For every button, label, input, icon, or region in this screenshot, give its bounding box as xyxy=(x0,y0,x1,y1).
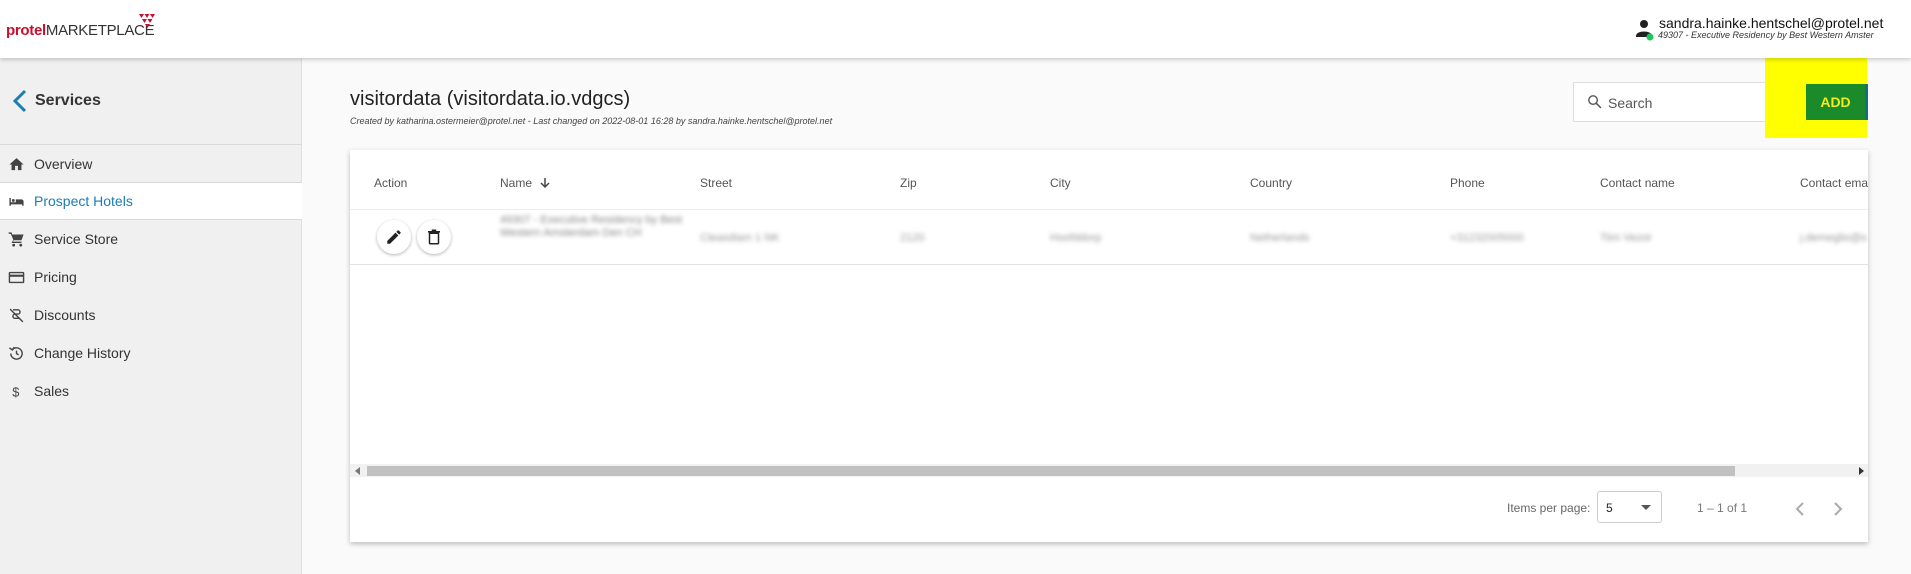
user-organization: 49307 - Executive Residency by Best West… xyxy=(1658,30,1874,40)
sidebar-item-label: Sales xyxy=(34,383,70,399)
trash-icon xyxy=(428,229,440,245)
sidebar-item-label: Overview xyxy=(34,156,93,172)
cell-city: Hoofddorp xyxy=(1050,232,1102,244)
user-email: sandra.hainke.hentschel@protel.net xyxy=(1659,15,1884,31)
table-row[interactable]: 49307 - Executive Residency by Best West… xyxy=(350,210,1868,265)
previous-page-icon[interactable] xyxy=(1785,494,1815,524)
sidebar-item-label: Discounts xyxy=(34,307,96,323)
cart-icon xyxy=(8,231,24,247)
add-button[interactable]: ADD xyxy=(1806,84,1868,120)
search-box xyxy=(1573,82,1795,122)
bed-icon xyxy=(9,197,24,206)
column-header-name-label: Name xyxy=(500,176,533,190)
dollar-icon: $ xyxy=(12,384,19,399)
pencil-icon xyxy=(387,230,401,244)
items-per-page-label: Items per page: xyxy=(1507,501,1591,515)
edit-button[interactable] xyxy=(377,220,411,254)
next-page-icon[interactable] xyxy=(1823,494,1853,524)
cell-country: Netherlands xyxy=(1250,232,1310,244)
sidebar-item-label: Prospect Hotels xyxy=(34,193,133,209)
caret-down-icon xyxy=(1641,505,1651,510)
cell-contact-email: j.demeglio@s xyxy=(1800,232,1867,244)
table-header: Action Name Street Zip City Country Phon… xyxy=(350,150,1868,210)
user-menu[interactable]: sandra.hainke.hentschel@protel.net 49307… xyxy=(1636,14,1911,46)
sidebar-item-label: Change History xyxy=(34,345,131,361)
cell-name: 49307 - Executive Residency by Best West… xyxy=(500,214,700,240)
brand-name-part1: protel xyxy=(6,22,46,39)
sidebar: Services Overview Prospect Hotels Servic… xyxy=(0,58,302,574)
logo-mark-icon xyxy=(139,14,155,28)
cell-zip: 2120 xyxy=(900,232,925,244)
column-header-phone[interactable]: Phone xyxy=(1450,176,1485,190)
user-icon xyxy=(1636,20,1654,41)
horizontal-scrollbar[interactable] xyxy=(350,464,1868,477)
paginator: Items per page: 5 1 – 1 of 1 xyxy=(350,477,1868,542)
column-header-street[interactable]: Street xyxy=(700,176,732,190)
sidebar-item-overview[interactable]: Overview xyxy=(0,145,302,183)
sort-arrow-down-icon xyxy=(540,178,550,189)
brand-logo[interactable]: protelMARKETPLACE xyxy=(6,22,155,39)
home-icon xyxy=(9,157,24,170)
column-header-city[interactable]: City xyxy=(1050,176,1071,190)
sidebar-title: Services xyxy=(35,92,101,109)
cell-phone: +31232005000 xyxy=(1450,232,1524,244)
cell-name-text: 49307 - Executive Residency by Best West… xyxy=(500,214,683,239)
svg-text:$: $ xyxy=(12,384,19,399)
table-card: Action Name Street Zip City Country Phon… xyxy=(350,150,1868,542)
page-range-label: 1 – 1 of 1 xyxy=(1697,501,1748,515)
scrollbar-thumb[interactable] xyxy=(367,466,1735,476)
scroll-right-icon[interactable] xyxy=(1859,467,1864,475)
cell-contact-name: Tiim Vezot xyxy=(1600,232,1651,244)
column-header-name[interactable]: Name xyxy=(500,176,551,190)
credit-card-icon xyxy=(8,271,25,283)
column-header-contact-email[interactable]: Contact ema xyxy=(1800,176,1868,190)
sidebar-item-change-history[interactable]: Change History xyxy=(0,334,302,372)
history-icon xyxy=(8,346,23,360)
sidebar-item-discounts[interactable]: Discounts xyxy=(0,296,302,334)
sidebar-item-label: Pricing xyxy=(34,269,77,285)
sidebar-item-service-store[interactable]: Service Store xyxy=(0,220,302,258)
top-bar: protelMARKETPLACE sandra.hainke.hentsche… xyxy=(0,0,1911,58)
page-title: visitordata (visitordata.io.vdgcs) xyxy=(350,88,631,110)
discount-off-icon xyxy=(9,308,24,322)
column-header-country[interactable]: Country xyxy=(1250,176,1292,190)
sidebar-item-prospect-hotels[interactable]: Prospect Hotels xyxy=(0,182,302,220)
search-icon xyxy=(1588,95,1602,109)
delete-button[interactable] xyxy=(417,220,451,254)
sidebar-item-label: Service Store xyxy=(34,231,119,247)
page-subtitle: Created by katharina.ostermeier@protel.n… xyxy=(350,116,833,126)
items-per-page-select[interactable]: 5 xyxy=(1597,491,1662,523)
sidebar-item-sales[interactable]: $ Sales xyxy=(0,372,302,410)
column-header-contact-name[interactable]: Contact name xyxy=(1600,176,1675,190)
sidebar-item-pricing[interactable]: Pricing xyxy=(0,258,302,296)
column-header-action: Action xyxy=(374,176,408,190)
back-arrow-icon[interactable] xyxy=(10,88,30,114)
search-input[interactable] xyxy=(1608,92,1758,114)
cell-street: Cleasdiam 1 NK xyxy=(700,232,780,244)
scroll-left-icon[interactable] xyxy=(355,467,360,475)
column-header-zip[interactable]: Zip xyxy=(900,176,917,190)
items-per-page-value: 5 xyxy=(1606,501,1613,515)
